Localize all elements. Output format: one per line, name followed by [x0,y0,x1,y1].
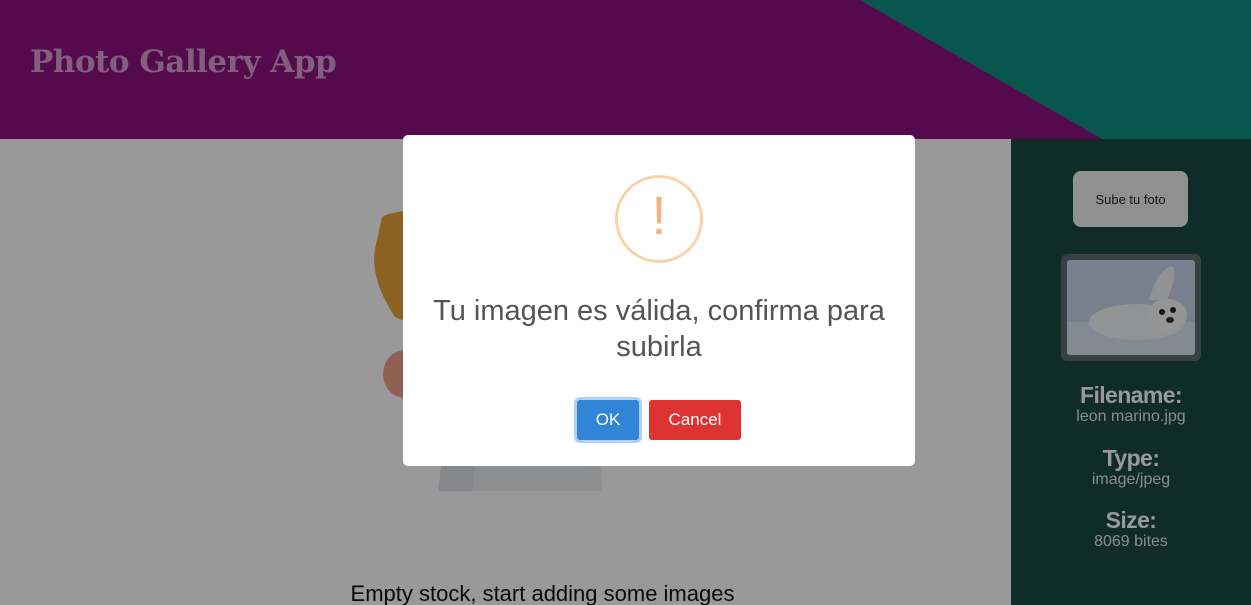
dialog-message: Tu imagen es válida, confirma para subir… [433,295,885,363]
ok-button[interactable]: OK [577,400,639,440]
warning-exclamation: ! [651,186,667,246]
cancel-button[interactable]: Cancel [649,400,741,440]
confirm-dialog: ! Tu imagen es válida, confirma para sub… [403,135,915,466]
warning-icon: ! [615,175,703,263]
